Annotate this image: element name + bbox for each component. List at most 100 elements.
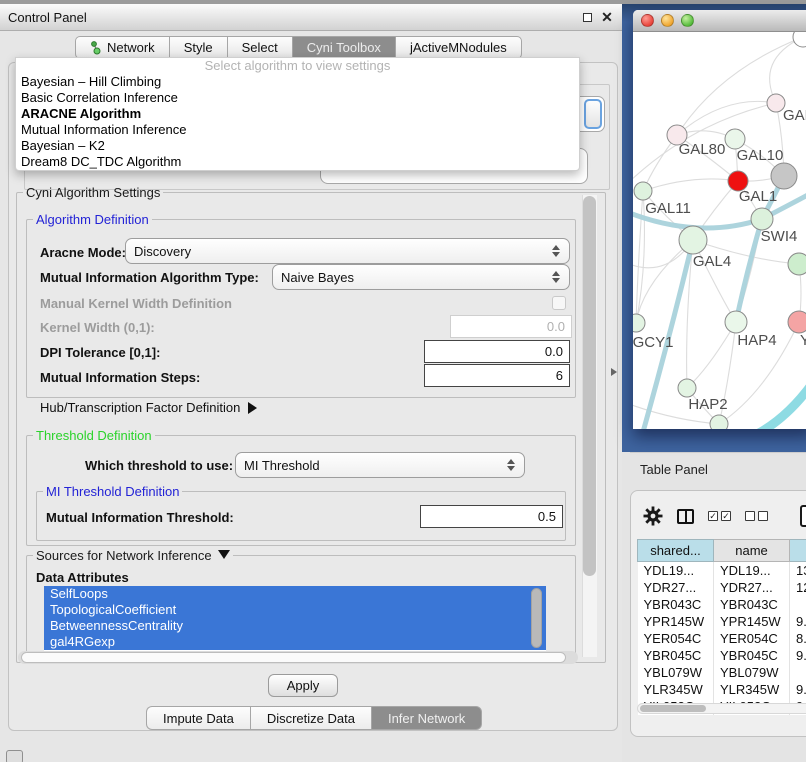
dropdown-item[interactable]: Bayesian – Hill Climbing	[16, 74, 579, 90]
dropdown-item[interactable]: Dream8 DC_TDC Algorithm	[16, 154, 579, 170]
apply-button[interactable]: Apply	[268, 674, 338, 697]
table-cell: YBL079W	[714, 664, 790, 681]
network-edge	[643, 179, 738, 191]
spinner-up-down-icon	[506, 459, 516, 471]
checkbox-unchecked-icon	[758, 511, 768, 521]
network-node[interactable]	[679, 226, 707, 254]
mi-steps-label: Mutual Information Steps:	[40, 370, 200, 385]
mi-steps-field[interactable]	[424, 364, 570, 387]
table-cell: YLR345W	[714, 681, 790, 698]
focused-spinner-icon[interactable]	[584, 99, 602, 129]
network-node[interactable]	[725, 129, 745, 149]
settings-vscroll-thumb[interactable]	[583, 196, 596, 576]
attribute-item[interactable]: gal4RGexp	[44, 634, 546, 650]
bottom-tab-infer-network[interactable]: Infer Network	[371, 706, 482, 730]
which-threshold-combo[interactable]: MI Threshold	[235, 452, 525, 478]
network-node[interactable]	[771, 163, 797, 189]
tab-label: Network	[107, 40, 155, 55]
table-cell: YBR043C	[638, 596, 714, 613]
dropdown-item[interactable]: ARACNE Algorithm	[16, 106, 579, 122]
bottom-tab-discretize-data[interactable]: Discretize Data	[250, 706, 371, 730]
panel-collapse-icon[interactable]	[611, 368, 617, 376]
table-row[interactable]: YER054CYER054C8.	[638, 630, 806, 647]
column-header[interactable]: name	[714, 540, 790, 562]
sources-toggle[interactable]: Sources for Network Inference	[33, 548, 233, 563]
aracne-mode-label: Aracne Mode:	[40, 245, 126, 260]
float-icon	[583, 13, 592, 22]
column-header[interactable]: shared...	[638, 540, 714, 562]
select-all-columns-button[interactable]: ✓ ✓	[708, 511, 731, 521]
float-panel-button[interactable]	[580, 10, 594, 24]
mi-type-combo[interactable]: Naive Bayes	[272, 264, 570, 290]
network-node[interactable]	[788, 253, 806, 275]
tab-cyni-toolbox[interactable]: Cyni Toolbox	[292, 36, 395, 59]
deselect-all-columns-button[interactable]	[745, 511, 768, 521]
table-row[interactable]: YBR043CYBR043C	[638, 596, 806, 613]
expand-right-icon	[248, 402, 257, 414]
manual-kernel-checkbox[interactable]	[552, 296, 566, 310]
network-node[interactable]	[725, 311, 747, 333]
network-node[interactable]	[678, 379, 696, 397]
node-label: GAL4	[693, 253, 731, 270]
network-node[interactable]	[793, 32, 806, 47]
window-close-button[interactable]	[641, 14, 654, 27]
network-node[interactable]	[710, 415, 728, 429]
table-cell: 13	[790, 562, 806, 579]
mi-threshold-field[interactable]	[420, 505, 563, 528]
column-header[interactable]	[790, 540, 806, 562]
network-node[interactable]	[788, 311, 806, 333]
network-graph[interactable]: GAL80GAL10GAL1GAL11SWI4GAL4GCY1HAP4HAP2G…	[633, 32, 806, 429]
network-node[interactable]	[633, 314, 645, 332]
table-cell: YPR145W	[638, 613, 714, 630]
table-cell: YDL19...	[638, 562, 714, 579]
tab-network[interactable]: Network	[75, 36, 169, 59]
table-row[interactable]: YLR345WYLR345W9.	[638, 681, 806, 698]
aracne-mode-combo[interactable]: Discovery	[125, 238, 570, 264]
columns-icon[interactable]	[677, 509, 694, 524]
mi-threshold-label: Mutual Information Threshold:	[46, 510, 234, 525]
network-node[interactable]	[634, 182, 652, 200]
attribute-item[interactable]: SelfLoops	[44, 586, 546, 602]
table-row[interactable]: YBL079WYBL079W	[638, 664, 806, 681]
table-row[interactable]: YDR27...YDR27...12	[638, 579, 806, 596]
corner-chip-icon[interactable]	[6, 750, 23, 762]
kernel-width-field[interactable]	[450, 315, 572, 338]
window-minimize-button[interactable]	[661, 14, 674, 27]
control-panel-titlebar: Control Panel ✕	[0, 4, 622, 31]
tab-select[interactable]: Select	[227, 36, 292, 59]
table-hscroll-thumb[interactable]	[640, 705, 706, 712]
dropdown-item[interactable]: Bayesian – K2	[16, 138, 579, 154]
tab-style[interactable]: Style	[169, 36, 227, 59]
dpi-tolerance-field[interactable]	[424, 340, 570, 363]
node-label: HAP2	[688, 396, 727, 413]
node-label: HAP4	[737, 332, 776, 349]
spinner-up-down-icon	[551, 271, 561, 283]
network-edge	[736, 219, 762, 322]
hub-section-label: Hub/Transcription Factor Definition	[40, 400, 240, 415]
tab-label: jActiveMNodules	[410, 40, 507, 55]
table-row[interactable]: YPR145WYPR145W9.	[638, 613, 806, 630]
tab-label: Select	[242, 40, 278, 55]
network-graph-icon	[90, 41, 102, 55]
table-cell: YPR145W	[714, 613, 790, 630]
bottom-tab-impute-data[interactable]: Impute Data	[146, 706, 250, 730]
page-icon[interactable]	[800, 505, 806, 527]
table-cell: YBL079W	[638, 664, 714, 681]
close-panel-button[interactable]: ✕	[600, 10, 614, 24]
dropdown-item[interactable]: Basic Correlation Inference	[16, 90, 579, 106]
control-panel-title: Control Panel	[8, 10, 574, 25]
tab-jactivemnodules[interactable]: jActiveMNodules	[395, 36, 522, 59]
gear-icon[interactable]	[643, 506, 663, 526]
attributes-scrollbar[interactable]	[531, 588, 542, 648]
window-zoom-button[interactable]	[681, 14, 694, 27]
attribute-item[interactable]: TopologicalCoefficient	[44, 602, 546, 618]
table-hscroll-track[interactable]	[637, 703, 806, 714]
attribute-item[interactable]: BetweennessCentrality	[44, 618, 546, 634]
table-row[interactable]: YDL19...YDL19...13	[638, 562, 806, 579]
node-label: GAL11	[645, 200, 691, 217]
network-node[interactable]	[751, 208, 773, 230]
hub-section-toggle[interactable]: Hub/Transcription Factor Definition	[40, 400, 257, 415]
table-row[interactable]: YBR045CYBR045C9.	[638, 647, 806, 664]
dropdown-item[interactable]: Mutual Information Inference	[16, 122, 579, 138]
settings-hscroll-thumb[interactable]	[21, 652, 566, 663]
